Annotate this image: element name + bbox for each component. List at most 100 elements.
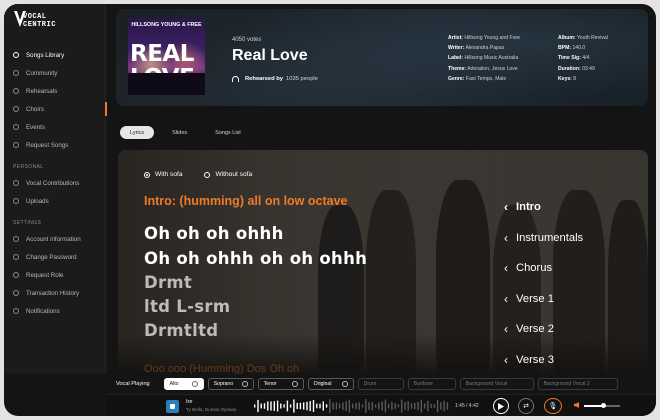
sidebar-item-choirs[interactable]: Choirs [4, 100, 107, 118]
vocal-part-drum: Drum [357, 378, 404, 390]
sidebar-item-uploads[interactable]: Uploads [4, 192, 106, 210]
part-label: Tenor [263, 381, 277, 387]
waveform-bar [365, 399, 367, 413]
meta-value: 03:49 [582, 65, 595, 72]
section-label: Instrumentals [516, 231, 584, 244]
sidebar-item-notifications[interactable]: Notifications [4, 302, 106, 320]
tab-songs-list[interactable]: Songs List [205, 126, 251, 139]
sidebar-nav: Songs Library Community Rehearsals Choir… [4, 46, 107, 320]
vocal-part-tenor[interactable]: Tenor [257, 378, 304, 390]
meta-key: Theme: [448, 65, 467, 72]
sidebar-item-vocal-contributions[interactable]: Vocal Contributions [4, 174, 106, 192]
meta-value: Fast Tempo, Male [465, 75, 507, 82]
request-icon [13, 142, 19, 148]
waveform-bar [427, 400, 429, 412]
meta-key: Genre: [448, 75, 465, 82]
lyric-line: ltd L-srm [144, 297, 231, 316]
waveform-bar [299, 402, 302, 410]
logo[interactable]: VOCAL CENTRIC [14, 11, 72, 33]
song-meta-right: Album: Youth Revival BPM: 140.0 Time Sig… [558, 33, 608, 84]
sofa-option-group: With sofa Without sofa [144, 171, 274, 178]
waveform-bar [283, 404, 285, 408]
sidebar-item-account-information[interactable]: Account information [4, 230, 106, 248]
radio-unselected-icon [204, 171, 211, 178]
meta-value: Hillsong Music Australia [464, 55, 519, 62]
lyric-line: Oh oh oh ohhh [144, 224, 284, 243]
sidebar-item-rehearsals[interactable]: Rehearsals [4, 82, 106, 100]
section-instrumentals[interactable]: ‹ Instrumentals [504, 223, 583, 254]
sidebar-item-request-songs[interactable]: Request Songs [4, 136, 106, 154]
tab-lyrics[interactable]: Lyrics [120, 126, 155, 139]
waveform-bar [345, 401, 347, 411]
vocal-playing-label: Vocal Playing [116, 381, 150, 387]
with-sofa-radio[interactable]: With sofa [144, 171, 182, 178]
chevron-left-icon: ‹ [504, 261, 508, 276]
waveform-bar [423, 403, 426, 409]
radio-label: Without sofa [215, 171, 253, 178]
sidebar-heading-settings: SETTINGS [13, 220, 42, 226]
sidebar-item-label: Uploads [26, 197, 49, 205]
vocal-part-alto[interactable]: Alto [163, 378, 204, 390]
waveform-bar [296, 402, 298, 410]
meta-value: Youth Revival [576, 35, 608, 41]
section-verse-3[interactable]: ‹ Verse 3 [504, 345, 583, 375]
section-label: Chorus [516, 262, 553, 275]
sidebar-heading-personal: PERSONAL [13, 164, 44, 170]
meta-value: 140.0 [572, 45, 586, 52]
section-chorus[interactable]: ‹ Chorus [504, 253, 583, 284]
sidebar-item-transaction-history[interactable]: Transaction History [4, 284, 106, 302]
meta-key: Time Sig: [558, 55, 581, 62]
vocal-part-original[interactable]: Original [307, 378, 354, 390]
waveform-seekbar[interactable] [254, 398, 450, 414]
sidebar-item-request-role[interactable]: Request Role [4, 266, 106, 284]
waveform-bar [374, 404, 377, 408]
meta-value: Hillsong Young and Free [464, 35, 520, 41]
meta-value: 4/4 [582, 55, 590, 62]
waveform-bar [381, 401, 383, 411]
toggle-icon [191, 381, 198, 387]
play-icon [498, 402, 504, 410]
part-label: Original [313, 381, 332, 387]
section-label: Verse 2 [516, 323, 554, 336]
lock-icon [13, 254, 19, 260]
sidebar-item-community[interactable]: Community [4, 64, 106, 82]
waveform-bar [260, 403, 262, 409]
volume-handle[interactable] [601, 403, 607, 408]
cover-artist-text: HILLSONG YOUNG & FREE [131, 22, 202, 28]
sidebar-item-label: Community [26, 69, 58, 77]
section-verse-2[interactable]: ‹ Verse 2 [504, 314, 583, 345]
volume-icon[interactable] [574, 402, 579, 408]
waveform-bar [358, 402, 360, 410]
sidebar-item-songs-library[interactable]: Songs Library [4, 46, 106, 64]
music-icon [13, 52, 19, 58]
vocal-part-soprano[interactable]: Soprano [207, 378, 254, 390]
repeat-button[interactable]: ⇄ [518, 398, 534, 414]
waveform-bar [276, 400, 279, 412]
waveform-bar [263, 403, 266, 409]
album-cover: HILLSONG YOUNG & FREE REAL LOVE [128, 18, 205, 95]
waveform-bar [368, 402, 370, 410]
meta-value: Alexandra Papas [465, 45, 505, 52]
track-title: Ire [186, 399, 193, 405]
meta-value: 8 [573, 75, 577, 82]
track-time: 1:45 / 4:42 [455, 403, 479, 409]
meta-key: Writer: [448, 45, 465, 52]
volume-slider[interactable] [584, 403, 620, 408]
waveform-bar [257, 399, 259, 413]
sidebar-item-events[interactable]: Events [4, 118, 106, 136]
record-button[interactable]: 🎙 [544, 398, 562, 414]
waveform-bar [414, 402, 416, 410]
play-button[interactable] [493, 398, 509, 414]
section-intro[interactable]: ‹ Intro [504, 192, 583, 223]
next-section-preview: Ooo ooo (Humming) Dos Oh oh [144, 363, 300, 374]
without-sofa-radio[interactable]: Without sofa [204, 171, 252, 178]
tab-slides[interactable]: Slides [162, 126, 197, 139]
waveform-bar [440, 402, 442, 410]
meta-key: Label: [448, 55, 464, 62]
section-verse-1[interactable]: ‹ Verse 1 [504, 284, 583, 315]
sidebar-item-label: Rehearsals [26, 87, 58, 95]
waveform-bar [319, 403, 321, 409]
song-meta-left: Artist: Hillsong Young and Free Writer: … [448, 33, 520, 84]
vocal-part-baritone: Baritone [407, 378, 456, 390]
sidebar-item-change-password[interactable]: Change Password [4, 248, 106, 266]
